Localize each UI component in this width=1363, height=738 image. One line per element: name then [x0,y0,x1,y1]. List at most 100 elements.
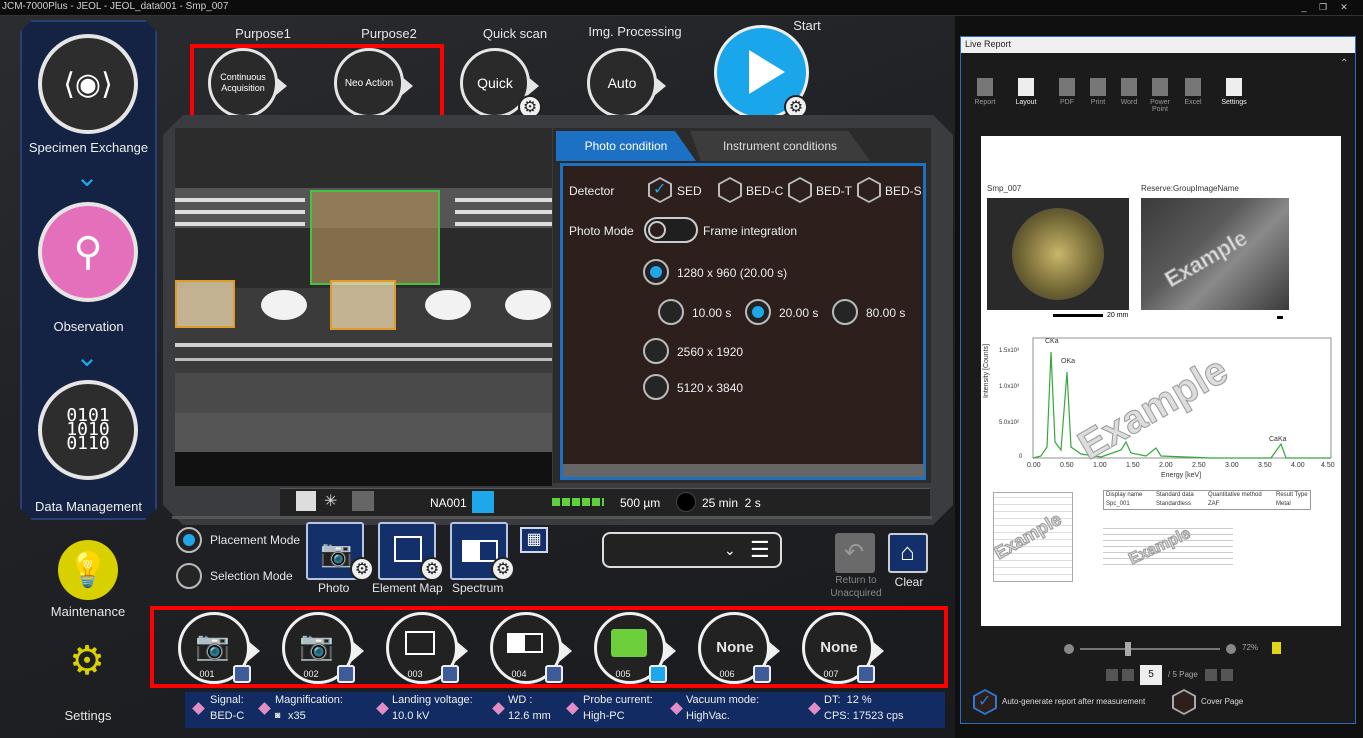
close-icon[interactable]: ✕ [1337,1,1351,13]
time-10-radio[interactable] [658,299,684,325]
slot-grid-icon[interactable] [233,665,251,683]
selected-region[interactable] [310,190,440,285]
settings-network-icon[interactable]: ⚙ [52,638,122,698]
page-input[interactable]: 5 [1140,665,1162,685]
zoom-slider[interactable] [1080,648,1220,650]
camera-icon: 📷 [299,630,334,661]
table-cell: Metal [1276,501,1291,507]
slot-number: 007 [823,669,839,679]
toolbar-powerpoint[interactable]: Power Point [1145,78,1175,113]
panel-scrollbar[interactable] [563,464,924,477]
observation-icon: ⚲ [73,230,103,274]
fit-page-icon[interactable] [1272,642,1281,654]
queue-slot-004[interactable]: 004 [490,612,572,684]
element-map-gear-icon[interactable]: ⚙ [420,557,444,581]
scale-caption: 20 mm [1107,312,1129,319]
camera-icon: 📷 [195,630,230,661]
navigation-icon[interactable] [472,491,494,513]
cps-readout: CPS: 17523 cps [824,710,904,722]
return-button[interactable]: ↶ [835,533,875,573]
tab-instrument-conditions[interactable]: Instrument conditions [690,131,870,161]
toolbar-word[interactable]: Word [1114,78,1144,106]
xtick: 2.50 [1192,462,1206,469]
time-20-radio[interactable] [745,299,771,325]
queue-slot-006[interactable]: None 006 [698,612,780,684]
imgproc-value: Auto [607,75,637,91]
last-page-button[interactable] [1221,669,1233,681]
purpose1-label: Purpose1 [235,26,291,41]
slot-grid-icon[interactable] [649,665,667,683]
slot-grid-icon[interactable] [753,665,771,683]
xtick: 0.00 [1027,462,1041,469]
grid-view-icon[interactable]: ▦ [520,527,548,553]
light-icon[interactable]: ✳ [324,491,344,511]
slot-grid-icon[interactable] [441,665,459,683]
slot-grid-icon[interactable] [545,665,563,683]
toolbar-excel[interactable]: Excel [1178,78,1208,106]
photo-mode-toggle[interactable] [644,217,698,243]
queue-slot-005[interactable]: 005 [594,612,676,684]
selection-mode-radio[interactable] [176,563,202,589]
sidebar-item-specimen-exchange: Specimen Exchange [28,140,149,155]
res-5120-radio[interactable] [643,374,669,400]
camera-off-icon[interactable] [352,491,374,511]
photo-mode-value: Frame integration [703,224,798,238]
restore-icon[interactable]: ❐ [1316,1,1330,13]
table-cell: ZAF [1208,501,1220,507]
toolbar-pdf[interactable]: PDF [1052,78,1082,106]
list-icon: ☰ [750,537,770,562]
photo-gear-icon[interactable]: ⚙ [350,557,374,581]
data-management-button[interactable]: 0101 1010 0110 [38,380,138,480]
res-1280-radio[interactable] [643,259,669,285]
time-remaining: 25 min 2 s [702,496,761,510]
zoom-out-icon[interactable] [1064,644,1074,654]
observation-button[interactable]: ⚲ [38,202,138,302]
tab-photo-condition[interactable]: Photo condition [556,131,696,161]
next-page-button[interactable] [1205,669,1217,681]
recipe-dropdown[interactable]: ⌄ ☰ [602,532,782,568]
imgproc-button[interactable]: Auto [587,48,666,118]
camera-green-icon [611,629,647,657]
specimen-photo [987,198,1129,310]
person-icon[interactable] [296,491,316,511]
toolbar-print[interactable]: Print [1083,78,1113,106]
ytick: 5.0x10² [999,420,1020,426]
time-80-radio[interactable] [832,299,858,325]
first-page-button[interactable] [1106,669,1118,681]
specimen-exchange-button[interactable]: ⟨◉⟩ [38,34,138,134]
wd-value: 12.6 mm [508,710,551,722]
area-marker[interactable] [330,280,396,330]
purpose1-value: Continuous Acquisition [220,72,266,93]
purpose1-button[interactable]: Continuous Acquisition [208,48,287,118]
zoom-level: 72% [1242,643,1259,652]
collapse-icon[interactable]: ⌃ [1340,58,1348,69]
spectrum-icon [507,633,543,653]
area-marker[interactable] [175,280,235,328]
sidebar-item-data-management: Data Management [35,499,142,514]
sem-image[interactable] [175,128,552,483]
minimize-icon[interactable]: _ [1297,1,1311,13]
toolbar-report[interactable]: Report [970,78,1000,106]
slot-grid-icon[interactable] [337,665,355,683]
slot-grid-icon[interactable] [857,665,875,683]
queue-slot-002[interactable]: 📷 002 [282,612,364,684]
placement-mode-radio[interactable] [176,527,202,553]
zoom-slider-thumb[interactable] [1125,642,1131,656]
xtick: 4.00 [1291,462,1305,469]
signal-value: BED-C [210,710,245,722]
maintenance-icon[interactable]: 💡 [58,540,118,600]
res-2560-radio[interactable] [643,338,669,364]
queue-slot-007[interactable]: None 007 [802,612,884,684]
clear-button[interactable]: ⌂ [888,533,928,573]
purpose2-button[interactable]: Neo Action [334,48,413,118]
toolbar-layout[interactable]: Layout [1011,78,1041,106]
zoom-in-icon[interactable] [1226,644,1236,654]
toolbar-settings[interactable]: Settings [1219,78,1249,106]
spectrum-gear-icon[interactable]: ⚙ [491,557,515,581]
queue-slot-001[interactable]: 📷 001 [178,612,260,684]
magnification-value: x35 [288,710,306,722]
queue-slot-003[interactable]: 003 [386,612,468,684]
detector-bedt-label: BED-T [816,184,852,198]
page-total: / 5 Page [1168,670,1198,679]
prev-page-button[interactable] [1122,669,1134,681]
